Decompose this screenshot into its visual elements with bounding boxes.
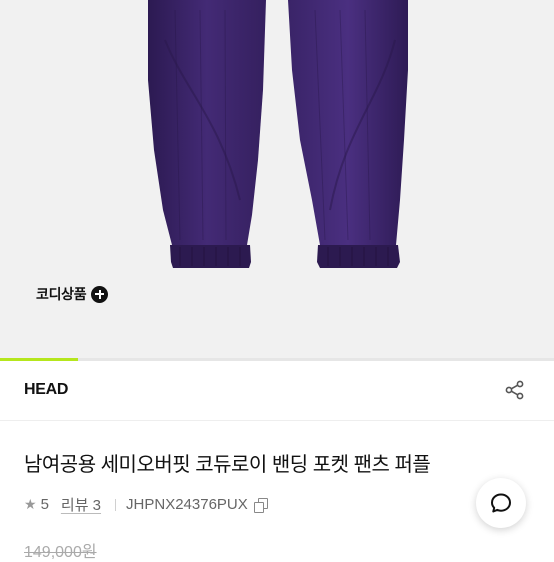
product-title: 남여공용 세미오버핏 코듀로이 밴딩 포켓 팬츠 퍼플 <box>24 454 431 476</box>
original-price: 149,000원 <box>24 544 97 561</box>
meta-separator <box>115 498 117 511</box>
share-icon[interactable] <box>504 379 526 401</box>
product-image <box>148 0 408 268</box>
brand-row: HEAD <box>0 362 554 418</box>
copy-icon[interactable] <box>253 497 268 513</box>
coordi-products-button[interactable]: 코디상품 <box>36 284 109 304</box>
brand-name[interactable]: HEAD <box>24 381 68 399</box>
product-meta: ★ 5 리뷰 3 JHPNX24376PUX <box>24 494 268 515</box>
section-divider <box>0 420 554 421</box>
chat-icon <box>491 493 511 513</box>
product-sku: JHPNX24376PUX <box>126 496 248 513</box>
chat-button[interactable] <box>476 478 526 528</box>
product-image-area[interactable]: 코디상품 <box>0 0 554 360</box>
gallery-progress-fill <box>0 358 78 361</box>
coordi-products-label: 코디상품 <box>36 286 87 302</box>
plus-circle-icon <box>91 285 109 303</box>
gallery-progress-bar <box>0 358 554 361</box>
review-link[interactable]: 리뷰 3 <box>61 494 101 515</box>
star-icon: ★ <box>24 496 37 512</box>
rating-value: 5 <box>40 496 49 513</box>
